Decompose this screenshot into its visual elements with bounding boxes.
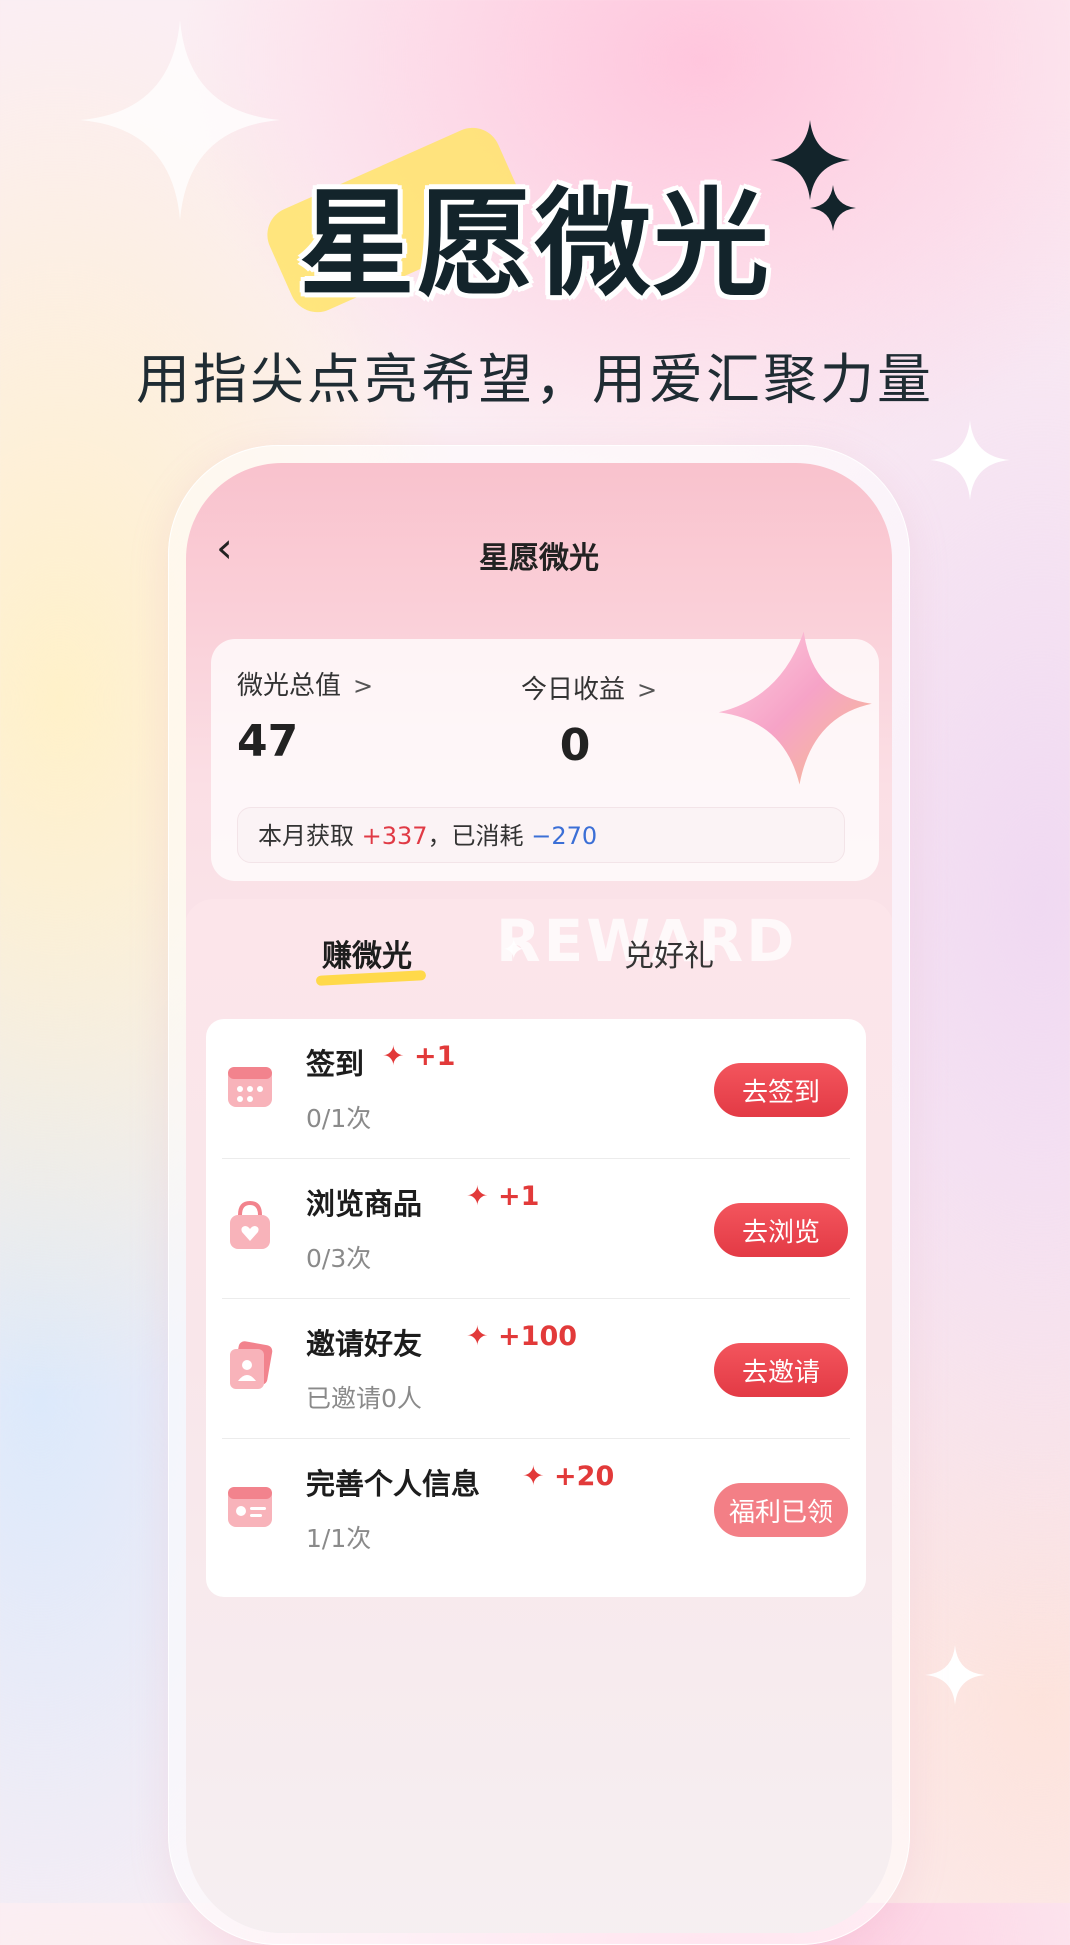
task-reward: ✦ +1 xyxy=(382,1041,455,1072)
month-gain: +337 xyxy=(361,822,428,850)
task-progress: 0/3次 xyxy=(306,1244,372,1273)
sparkle-bottom-icon xyxy=(925,1645,985,1705)
task-progress: 1/1次 xyxy=(306,1524,372,1553)
app-screen: ‹ 星愿微光 微光总值 > 47 今日收益 > 0 本月获取 +337，已消耗 −2… xyxy=(186,463,892,1933)
task-row: 浏览商品 ✦ +1 0/3次 去浏览 xyxy=(206,1159,866,1299)
today-stat[interactable]: 今日收益 > 0 xyxy=(521,669,657,771)
subheadline: 用指尖点亮希望，用爱汇聚力量 xyxy=(136,348,934,411)
month-spent: −270 xyxy=(531,822,598,850)
task-list: 签到 ✦ +1 0/1次 去签到 浏览商品 ✦ +1 0/3次 去浏览 邀请好友… xyxy=(206,1019,866,1597)
task-title: 签到 xyxy=(306,1047,365,1081)
task-title: 浏览商品 xyxy=(306,1187,423,1221)
page-title: 星愿微光 xyxy=(479,541,599,576)
task-reward-value: +1 xyxy=(414,1041,456,1072)
task-reward-value: +1 xyxy=(498,1181,540,1212)
task-reward-value: +20 xyxy=(554,1461,615,1492)
month-separator: ，已消耗 xyxy=(427,822,524,850)
invite-card-icon xyxy=(230,1341,273,1389)
total-value: 47 xyxy=(237,716,299,767)
chevron-right-icon: > xyxy=(637,676,658,704)
task-row: 签到 ✦ +1 0/1次 去签到 xyxy=(206,1019,866,1159)
tab-earn-label: 赚微光 xyxy=(322,939,412,974)
checkin-button[interactable]: 去签到 xyxy=(714,1063,848,1117)
task-reward: ✦ +1 xyxy=(466,1181,539,1212)
today-value: 0 xyxy=(559,720,591,771)
task-progress: 已邀请0人 xyxy=(306,1384,422,1413)
phone-frame: ‹ 星愿微光 微光总值 > 47 今日收益 > 0 本月获取 +337，已消耗 −2… xyxy=(168,445,910,1945)
task-title: 完善个人信息 xyxy=(306,1467,481,1501)
task-reward: ✦ +20 xyxy=(522,1461,614,1492)
task-title: 邀请好友 xyxy=(306,1327,423,1361)
tab-earn[interactable]: 赚微光 xyxy=(315,931,427,986)
task-row: 邀请好友 ✦ +100 已邀请0人 去邀请 xyxy=(206,1299,866,1439)
headline: 星愿微光 xyxy=(299,177,771,312)
task-reward: ✦ +100 xyxy=(466,1321,577,1352)
tasks-panel: REWARD 赚微光 ✦ 兑好礼 签到 ✦ +1 0/1次 去签到 浏览商品 ✦… xyxy=(186,899,892,1933)
total-label: 微光总值 xyxy=(237,671,342,701)
month-prefix: 本月获取 xyxy=(258,822,354,850)
tab-redeem[interactable]: 兑好礼 xyxy=(624,931,714,975)
id-card-icon xyxy=(228,1487,272,1527)
chevron-right-icon: > xyxy=(353,672,374,700)
month-summary: 本月获取 +337，已消耗 −270 xyxy=(237,807,845,863)
claimed-button[interactable]: 福利已领 xyxy=(714,1483,848,1537)
invite-button[interactable]: 去邀请 xyxy=(714,1343,848,1397)
task-reward-value: +100 xyxy=(498,1321,578,1352)
star-mascot-icon xyxy=(718,631,872,785)
sparkle-reward-icon: ✦ xyxy=(466,1321,489,1352)
task-progress: 0/1次 xyxy=(306,1104,372,1133)
sparkle-reward-icon: ✦ xyxy=(522,1461,545,1492)
calendar-icon xyxy=(228,1067,272,1107)
sparkle-reward-icon: ✦ xyxy=(382,1041,405,1072)
task-row: 完善个人信息 ✦ +20 1/1次 福利已领 xyxy=(206,1439,866,1579)
shopping-bag-icon xyxy=(230,1200,270,1249)
total-stat[interactable]: 微光总值 > 47 xyxy=(237,665,373,767)
browse-button[interactable]: 去浏览 xyxy=(714,1203,848,1257)
sparkle-right-icon xyxy=(930,420,1010,500)
sparkle-reward-icon: ✦ xyxy=(466,1181,489,1212)
sparkle-small-icon: ✦ xyxy=(502,933,526,966)
today-label: 今日收益 xyxy=(521,675,626,705)
